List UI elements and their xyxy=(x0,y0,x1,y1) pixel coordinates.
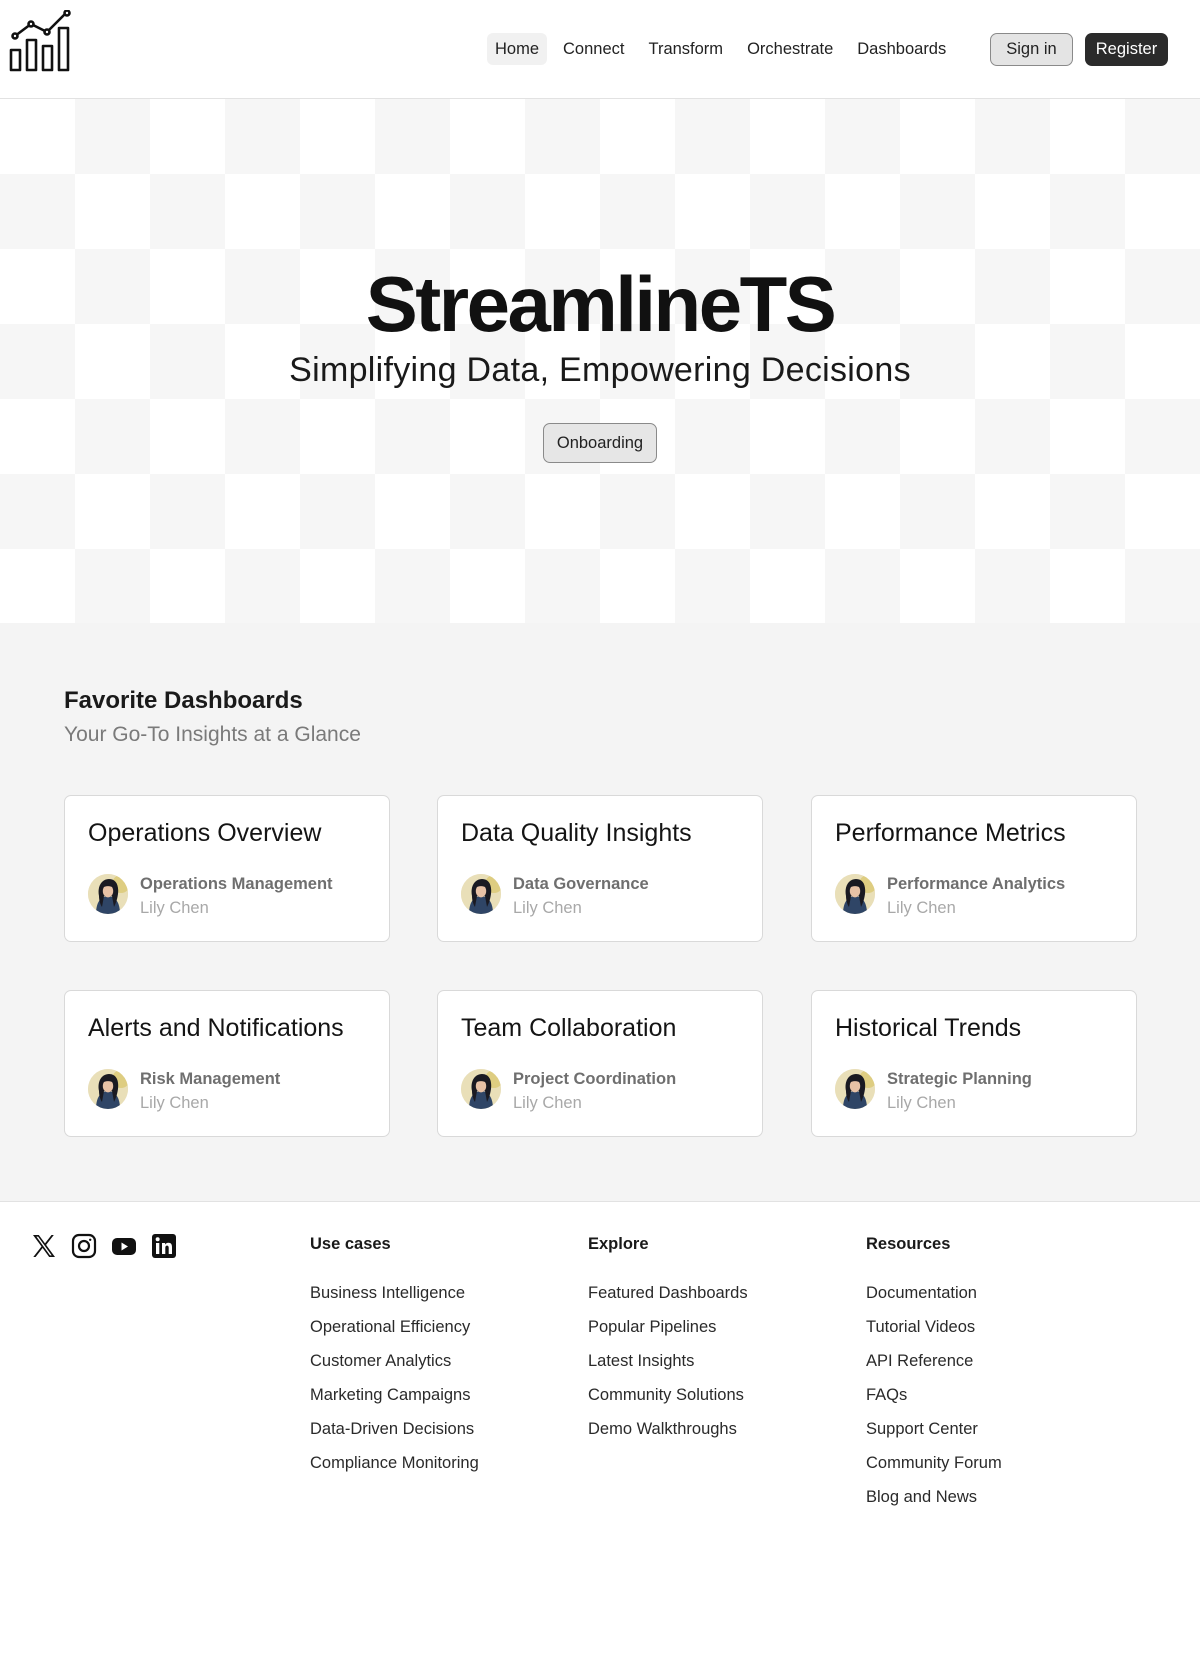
footer-link[interactable]: Support Center xyxy=(866,1420,1002,1454)
footer-link[interactable]: Data-Driven Decisions xyxy=(310,1420,479,1454)
footer-link[interactable]: Community Solutions xyxy=(588,1386,748,1420)
avatar xyxy=(835,1069,875,1109)
dashboard-card[interactable]: Operations Overview Operations Managemen… xyxy=(64,795,390,942)
register-button[interactable]: Register xyxy=(1085,33,1168,66)
footer-link[interactable]: Featured Dashboards xyxy=(588,1284,748,1318)
card-title: Team Collaboration xyxy=(461,1014,677,1042)
nav-dashboards[interactable]: Dashboards xyxy=(849,33,954,65)
avatar xyxy=(835,874,875,914)
dashboard-card[interactable]: Data Quality Insights Data Governance Li… xyxy=(437,795,763,942)
nav-connect[interactable]: Connect xyxy=(555,33,632,65)
avatar xyxy=(88,1069,128,1109)
card-category: Strategic Planning xyxy=(887,1070,1032,1088)
footer-link[interactable]: Latest Insights xyxy=(588,1352,748,1386)
site-header: Home Connect Transform Orchestrate Dashb… xyxy=(0,0,1200,99)
card-category: Operations Management xyxy=(140,875,333,893)
dashboard-card[interactable]: Performance Metrics Performance Analytic… xyxy=(811,795,1137,942)
footer-list-use-cases: Business Intelligence Operational Effici… xyxy=(310,1284,479,1488)
site-footer: Use cases Business Intelligence Operatio… xyxy=(0,1203,1200,1670)
footer-link[interactable]: Blog and News xyxy=(866,1488,1002,1522)
card-title: Data Quality Insights xyxy=(461,819,692,847)
card-title: Alerts and Notifications xyxy=(88,1014,344,1042)
nav-home[interactable]: Home xyxy=(487,33,548,65)
avatar xyxy=(461,874,501,914)
footer-list-resources: Documentation Tutorial Videos API Refere… xyxy=(866,1284,1002,1522)
main-nav: Home Connect Transform Orchestrate Dashb… xyxy=(487,33,962,65)
card-category: Risk Management xyxy=(140,1070,281,1088)
youtube-icon[interactable] xyxy=(111,1233,137,1259)
nav-orchestrate[interactable]: Orchestrate xyxy=(739,33,841,65)
linkedin-icon[interactable] xyxy=(151,1233,177,1259)
footer-link[interactable]: Demo Walkthroughs xyxy=(588,1420,748,1454)
card-category: Project Coordination xyxy=(513,1070,677,1088)
card-author: Lily Chen xyxy=(513,1094,582,1112)
footer-link[interactable]: FAQs xyxy=(866,1386,1002,1420)
nav-transform[interactable]: Transform xyxy=(640,33,731,65)
section-title: Favorite Dashboards xyxy=(64,687,303,714)
footer-link[interactable]: Popular Pipelines xyxy=(588,1318,748,1352)
card-category: Data Governance xyxy=(513,875,649,893)
footer-heading-use-cases: Use cases xyxy=(310,1235,391,1253)
card-author: Lily Chen xyxy=(887,1094,956,1112)
section-subtitle: Your Go-To Insights at a Glance xyxy=(64,723,361,746)
footer-link[interactable]: API Reference xyxy=(866,1352,1002,1386)
dashboard-card[interactable]: Team Collaboration Project Coordination … xyxy=(437,990,763,1137)
footer-link[interactable]: Community Forum xyxy=(866,1454,1002,1488)
avatar xyxy=(461,1069,501,1109)
dashboard-card[interactable]: Historical Trends Strategic Planning Lil… xyxy=(811,990,1137,1137)
footer-link[interactable]: Customer Analytics xyxy=(310,1352,479,1386)
footer-heading-explore: Explore xyxy=(588,1235,649,1253)
card-author: Lily Chen xyxy=(513,899,582,917)
card-category: Performance Analytics xyxy=(887,875,1066,893)
footer-link[interactable]: Tutorial Videos xyxy=(866,1318,1002,1352)
card-title: Performance Metrics xyxy=(835,819,1066,847)
card-title: Historical Trends xyxy=(835,1014,1022,1042)
card-title: Operations Overview xyxy=(88,819,322,847)
onboarding-button[interactable]: Onboarding xyxy=(543,423,657,463)
footer-link[interactable]: Documentation xyxy=(866,1284,1002,1318)
favorite-dashboards-section: Favorite Dashboards Your Go-To Insights … xyxy=(0,623,1200,1202)
hero-section: StreamlineTS Simplifying Data, Empowerin… xyxy=(0,99,1200,623)
dashboard-card[interactable]: Alerts and Notifications Risk Management… xyxy=(64,990,390,1137)
bar-chart-trend-icon[interactable] xyxy=(9,10,76,72)
avatar xyxy=(88,874,128,914)
footer-link[interactable]: Compliance Monitoring xyxy=(310,1454,479,1488)
card-author: Lily Chen xyxy=(140,1094,209,1112)
card-author: Lily Chen xyxy=(887,899,956,917)
card-author: Lily Chen xyxy=(140,899,209,917)
hero-subtitle: Simplifying Data, Empowering Decisions xyxy=(289,351,911,389)
sign-in-button[interactable]: Sign in xyxy=(990,33,1073,66)
x-icon[interactable] xyxy=(31,1233,57,1259)
instagram-icon[interactable] xyxy=(71,1233,97,1259)
footer-heading-resources: Resources xyxy=(866,1235,951,1253)
footer-link[interactable]: Business Intelligence xyxy=(310,1284,479,1318)
hero-title: StreamlineTS xyxy=(365,260,837,348)
footer-link[interactable]: Operational Efficiency xyxy=(310,1318,479,1352)
footer-link[interactable]: Marketing Campaigns xyxy=(310,1386,479,1420)
footer-list-explore: Featured Dashboards Popular Pipelines La… xyxy=(588,1284,748,1454)
